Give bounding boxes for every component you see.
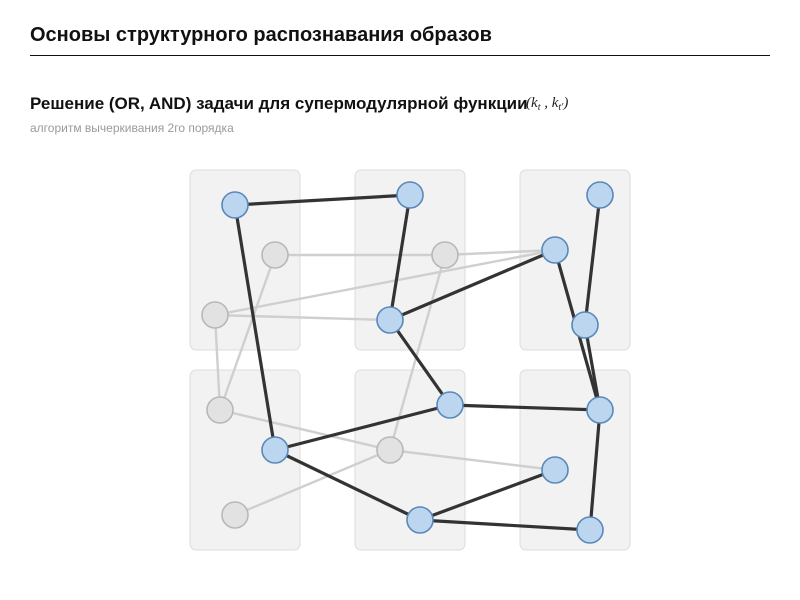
node-F3 — [577, 517, 603, 543]
node-D2 — [262, 437, 288, 463]
node-D3 — [222, 502, 248, 528]
node-E3 — [407, 507, 433, 533]
node-C2 — [542, 237, 568, 263]
slide: Основы структурного распознавания образо… — [0, 0, 800, 600]
node-F1 — [587, 397, 613, 423]
algorithm-caption: алгоритм вычеркивания 2го порядка — [0, 119, 800, 135]
node-B1 — [397, 182, 423, 208]
node-B2 — [432, 242, 458, 268]
node-B3 — [377, 307, 403, 333]
graph-svg — [170, 150, 650, 570]
section-title: Решение (OR, AND) задачи для супермодуля… — [30, 94, 528, 113]
node-A1 — [222, 192, 248, 218]
node-E2 — [377, 437, 403, 463]
node-A3 — [202, 302, 228, 328]
node-E1 — [437, 392, 463, 418]
graph-diagram — [170, 150, 650, 570]
node-A2 — [262, 242, 288, 268]
node-F2 — [542, 457, 568, 483]
slide-title: Основы структурного распознавания образо… — [30, 24, 770, 47]
panel-5 — [520, 370, 630, 550]
slide-header: Основы структурного распознавания образо… — [0, 0, 800, 66]
node-C3 — [572, 312, 598, 338]
node-C1 — [587, 182, 613, 208]
node-D1 — [207, 397, 233, 423]
formula-label: (kt , kt′) — [526, 95, 568, 111]
slide-subheader: Решение (OR, AND) задачи для супермодуля… — [0, 66, 800, 119]
title-rule — [30, 55, 770, 56]
